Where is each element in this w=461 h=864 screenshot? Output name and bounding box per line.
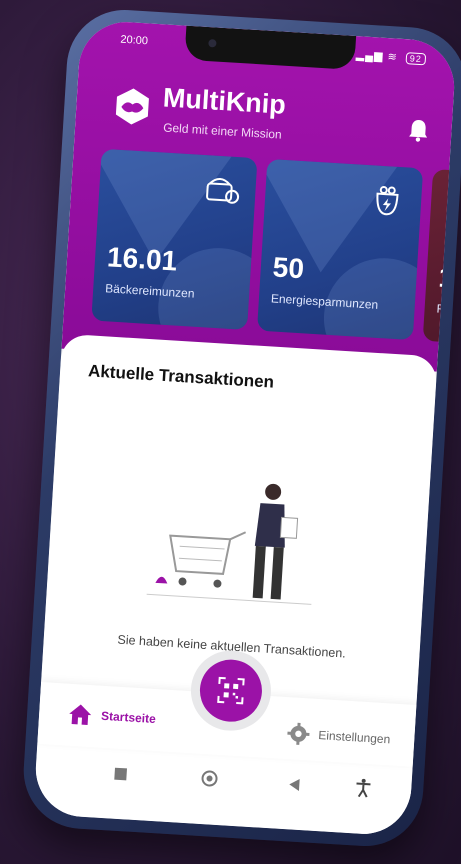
energy-wallet-icon — [376, 186, 399, 216]
bell-icon[interactable] — [407, 117, 430, 142]
bakery-coin-icon — [206, 178, 240, 204]
app-title: MultiKnip — [162, 82, 287, 120]
qr-scan-icon — [217, 676, 245, 705]
recent-apps-icon[interactable] — [113, 767, 128, 787]
nav-settings-label: Einstellungen — [317, 728, 391, 747]
coin-card-energy[interactable]: 50 Energiesparmunzen — [256, 158, 424, 341]
coin-value: 16.01 — [106, 241, 179, 277]
app-screen: 20:00 ▂▄▆ ≋ 92 MultiKnip Geld mit einer … — [33, 19, 457, 837]
home-circle-icon[interactable] — [200, 769, 219, 793]
home-icon — [69, 704, 92, 725]
status-icons: ▂▄▆ ≋ 92 — [355, 48, 427, 66]
qr-scan-button[interactable] — [198, 657, 264, 724]
status-time: 20:00 — [120, 33, 149, 48]
accessibility-icon[interactable] — [352, 777, 373, 803]
phone-device: 20:00 ▂▄▆ ≋ 92 MultiKnip Geld mit einer … — [20, 6, 461, 850]
battery-icon: 92 — [405, 52, 427, 66]
empty-cart-illustration — [146, 483, 312, 605]
coin-value: 50 — [271, 251, 305, 285]
nav-home[interactable]: Startseite — [66, 702, 156, 731]
wifi-icon: ≋ — [387, 51, 399, 64]
multiknip-logo-icon — [115, 88, 149, 125]
coin-card-bakery[interactable]: 16.01 Bäckereimunzen — [91, 148, 258, 330]
coin-cards: 16.01 Bäckereimunzen 50 Energiesparmunze… — [91, 148, 457, 351]
gear-icon — [287, 722, 310, 745]
nav-home-label: Startseite — [100, 708, 157, 727]
signal-icon: ▂▄▆ — [355, 49, 384, 63]
app-header: 20:00 ▂▄▆ ≋ 92 MultiKnip Geld mit einer … — [61, 19, 457, 372]
back-icon[interactable] — [287, 777, 302, 797]
nav-settings[interactable]: Einstellungen — [286, 721, 391, 751]
app-subtitle: Geld mit einer Mission — [162, 120, 283, 142]
transactions-title: Aktuelle Transaktionen — [87, 361, 275, 392]
